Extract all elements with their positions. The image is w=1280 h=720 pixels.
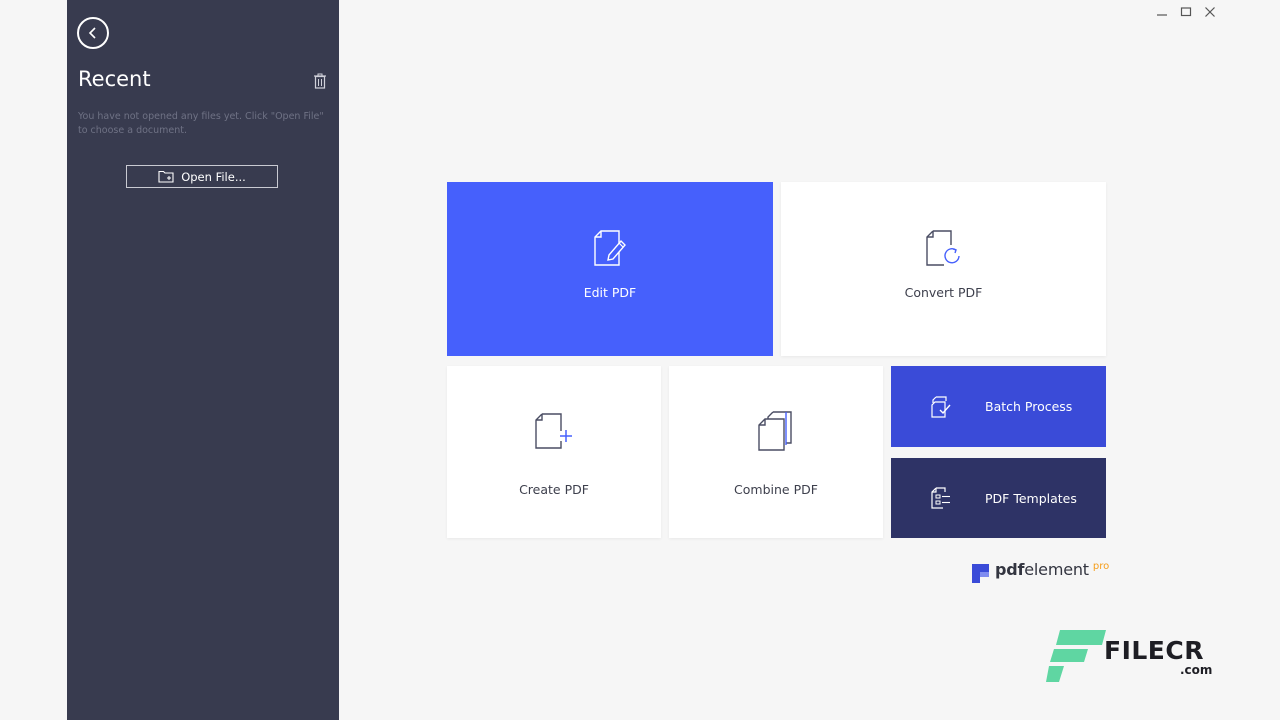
- edit-pdf-tile[interactable]: Edit PDF: [447, 182, 773, 356]
- convert-pdf-tile[interactable]: Convert PDF: [781, 182, 1106, 356]
- recent-sidebar: Recent You have not opened any files yet…: [67, 0, 339, 720]
- brand-rest: element: [1024, 560, 1089, 579]
- back-button[interactable]: [77, 17, 109, 49]
- brand-bold: pdf: [995, 560, 1025, 579]
- combine-documents-icon: [756, 410, 796, 452]
- minimize-icon: [1157, 14, 1167, 16]
- pdf-templates-label: PDF Templates: [985, 490, 1077, 506]
- combine-pdf-label: Combine PDF: [734, 482, 818, 497]
- filecr-name: FILECR: [1104, 636, 1204, 665]
- open-file-button[interactable]: Open File...: [126, 165, 278, 188]
- pdfelement-logo-icon: [972, 564, 989, 583]
- window-controls: [1152, 4, 1220, 20]
- batch-process-label: Batch Process: [985, 399, 1073, 414]
- minimize-button[interactable]: [1152, 4, 1172, 20]
- convert-pdf-label: Convert PDF: [904, 285, 983, 300]
- folder-icon: [158, 170, 174, 183]
- back-arrow-icon: [88, 27, 96, 39]
- filecr-domain: .com: [1180, 663, 1213, 677]
- clear-recent-button[interactable]: [313, 73, 327, 89]
- pdfelement-wordmark: pdfelement: [995, 560, 1089, 579]
- close-icon: [1205, 7, 1215, 17]
- create-pdf-label: Create PDF: [519, 482, 589, 497]
- batch-process-icon: [929, 395, 953, 419]
- edit-pdf-label: Edit PDF: [583, 285, 637, 300]
- sidebar-title: Recent: [78, 67, 151, 91]
- batch-process-tile[interactable]: Batch Process: [891, 366, 1106, 447]
- maximize-button[interactable]: [1176, 4, 1196, 20]
- open-file-label: Open File...: [181, 169, 246, 184]
- combine-pdf-tile[interactable]: Combine PDF: [669, 366, 883, 538]
- filecr-watermark: FILECR .com: [1046, 628, 1216, 684]
- create-document-icon: [533, 410, 575, 452]
- templates-icon: [929, 486, 953, 510]
- left-gutter: [0, 0, 67, 720]
- maximize-icon: [1180, 7, 1192, 17]
- pro-badge: pro: [1092, 561, 1110, 572]
- edit-document-icon: [592, 227, 628, 269]
- convert-document-icon: [924, 227, 964, 269]
- pdfelement-logo: pdfelement pro: [972, 560, 1109, 583]
- trash-icon: [314, 73, 326, 89]
- close-button[interactable]: [1200, 4, 1220, 20]
- create-pdf-tile[interactable]: Create PDF: [447, 366, 661, 538]
- empty-recent-message: You have not opened any files yet. Click…: [78, 111, 324, 136]
- pdf-templates-tile[interactable]: PDF Templates: [891, 458, 1106, 538]
- filecr-logo-icon: [1046, 630, 1106, 682]
